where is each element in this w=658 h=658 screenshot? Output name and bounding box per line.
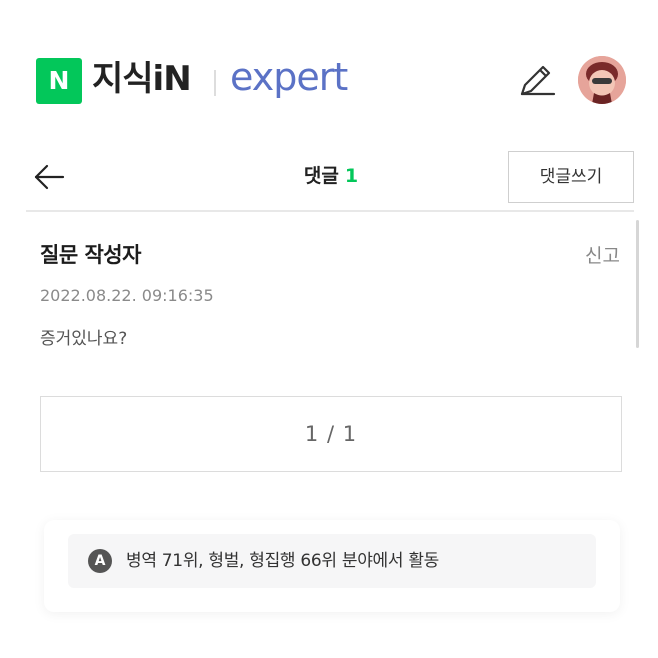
navbar-divider [26, 210, 634, 212]
scrollbar[interactable] [636, 220, 639, 348]
back-arrow-icon[interactable] [32, 160, 66, 194]
avatar[interactable] [578, 56, 626, 104]
expert-activity-text: 병역 71위, 형벌, 형집행 66위 분야에서 활동 [126, 551, 439, 571]
comment-date: 2022.08.22. 09:16:35 [40, 286, 214, 305]
write-comment-button[interactable]: 댓글쓰기 [508, 151, 634, 203]
answer-badge-icon: A [88, 549, 112, 573]
kin-logo-text[interactable]: 지식iN [92, 56, 192, 102]
comment-navbar: 댓글 1 댓글쓰기 [26, 148, 636, 210]
report-button[interactable]: 신고 [585, 242, 620, 270]
comment-count: 1 [344, 165, 359, 187]
comment-item: 질문 작성자 신고 2022.08.22. 09:16:35 증거있나요? [40, 238, 624, 358]
naver-logo[interactable]: N [36, 58, 82, 104]
page-title-label: 댓글 [303, 165, 339, 187]
logo-divider [214, 70, 216, 96]
expert-info-box: A 병역 71위, 형벌, 형집행 66위 분야에서 활동 [68, 534, 596, 588]
expert-logo-text[interactable]: expert [230, 52, 348, 102]
pencil-icon[interactable] [516, 64, 556, 100]
expert-info-card: A 병역 71위, 형벌, 형집행 66위 분야에서 활동 [44, 520, 620, 612]
comment-text: 증거있나요? [40, 329, 128, 349]
pagination-indicator[interactable]: 1 / 1 [40, 396, 622, 472]
comment-author[interactable]: 질문 작성자 [40, 238, 141, 272]
app-header: N 지식iN expert [0, 0, 658, 140]
